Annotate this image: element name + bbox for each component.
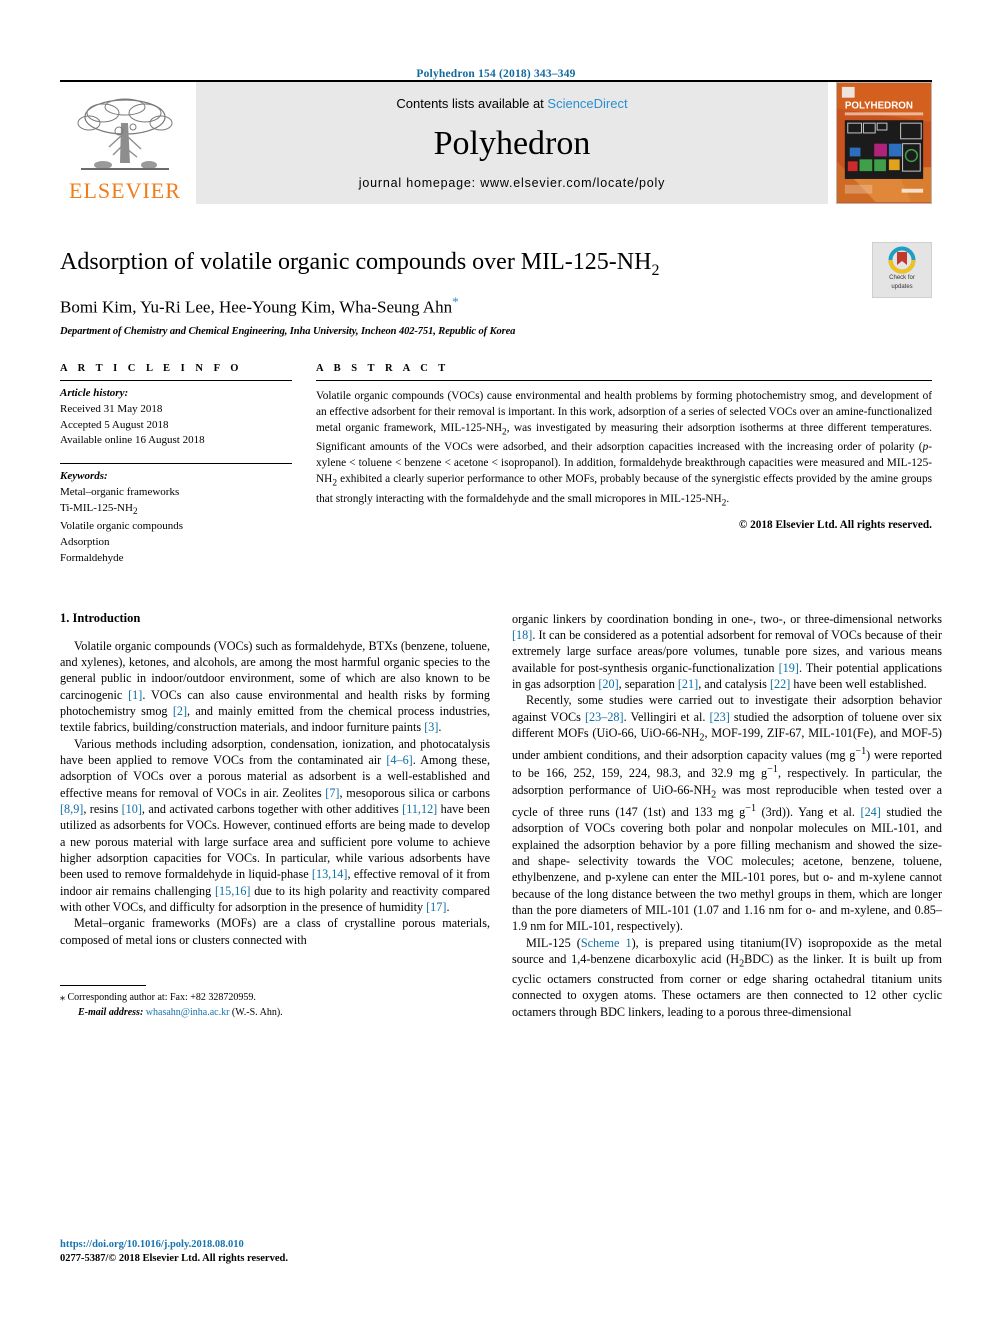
paragraph: MIL-125 (Scheme 1), is prepared using ti… (512, 935, 942, 1019)
contents-lists-line: Contents lists available at ScienceDirec… (396, 96, 627, 111)
citation-ref[interactable]: [19] (779, 661, 799, 675)
footnote-rule (60, 985, 146, 987)
journal-homepage[interactable]: journal homepage: www.elsevier.com/locat… (359, 176, 665, 190)
footnote-email-line: E-mail address: whasahn@inha.ac.kr (W.-S… (60, 1006, 490, 1021)
elsevier-logo: ELSEVIER (60, 82, 190, 204)
crossmark-badge[interactable]: Check for updates (872, 242, 932, 298)
corresponding-author-marker: * (452, 293, 459, 309)
paragraph: Various methods including adsorption, co… (60, 736, 491, 915)
svg-text:POLYHEDRON: POLYHEDRON (845, 100, 913, 111)
citation-ref[interactable]: [17] (426, 900, 446, 914)
title-block: Adsorption of volatile organic compounds… (60, 242, 932, 337)
journal-masthead: ELSEVIER Contents lists available at Sci… (60, 80, 932, 204)
scheme-ref[interactable]: Scheme 1 (581, 936, 632, 950)
citation-ref[interactable]: [23] (710, 710, 730, 724)
keyword-item: Ti-MIL-125-NH2 (60, 502, 138, 517)
title-main-text: Adsorption of volatile organic compounds… (60, 249, 652, 275)
email-label: E-mail address: (78, 1006, 144, 1018)
paper-page: Polyhedron 154 (2018) 343–349 ELSEVIER C… (0, 0, 992, 1323)
paragraph: Volatile organic compounds (VOCs) such a… (60, 638, 490, 735)
citation-ref[interactable]: [18] (512, 628, 532, 642)
keywords-group: Keywords: Metal–organic frameworks Ti-MI… (60, 464, 292, 566)
authors-text: Bomi Kim, Yu-Ri Lee, Hee-Young Kim, Wha-… (60, 297, 453, 317)
citation-ref[interactable]: [21] (678, 677, 698, 691)
abstract-heading: A B S T R A C T (316, 362, 450, 374)
author-list: Bomi Kim, Yu-Ri Lee, Hee-Young Kim, Wha-… (60, 294, 932, 318)
paragraph: Recently, some studies were carried out … (512, 693, 943, 934)
journal-title: Polyhedron (433, 124, 591, 162)
citation-ref[interactable]: [10] (122, 802, 142, 816)
article-info-heading: A R T I C L E I N F O (60, 362, 243, 374)
elsevier-tree-icon (77, 98, 173, 170)
abstract-column: A B S T R A C T Volatile organic compoun… (316, 363, 932, 567)
footnote-star: ⁎ (60, 992, 65, 1004)
keyword-item: Adsorption (60, 535, 110, 548)
contents-prefix: Contents lists available at (396, 96, 548, 111)
citation-ref[interactable]: [20] (598, 677, 618, 691)
paragraph: organic linkers by coordination bonding … (512, 611, 942, 691)
masthead-center: Contents lists available at ScienceDirec… (196, 82, 828, 204)
keywords-label: Keywords: (60, 470, 108, 483)
running-head: Polyhedron 154 (2018) 343–349 (416, 68, 576, 80)
footnote-corresponding-line: ⁎ Corresponding author at: Fax: +82 3287… (60, 991, 490, 1006)
email-link[interactable]: whasahn@inha.ac.kr (146, 1007, 230, 1018)
keyword-item: Formaldehyde (60, 551, 124, 564)
citation-ref[interactable]: [22] (770, 677, 790, 691)
section-title-introduction: 1. Introduction (60, 610, 141, 625)
corresponding-author-footnote: ⁎ Corresponding author at: Fax: +82 3287… (60, 985, 490, 1020)
abstract-body: Volatile organic compounds (VOCs) cause … (316, 381, 932, 533)
page-title: Adsorption of volatile organic compounds… (60, 248, 820, 280)
info-abstract-block: A R T I C L E I N F O Article history: R… (60, 363, 932, 567)
article-info-column: A R T I C L E I N F O Article history: R… (60, 363, 292, 567)
sciencedirect-link[interactable]: ScienceDirect (547, 96, 627, 111)
doi-link[interactable]: https://doi.org/10.1016/j.poly.2018.08.0… (60, 1238, 288, 1253)
issn-copyright: 0277-5387/© 2018 Elsevier Ltd. All right… (60, 1253, 288, 1265)
journal-cover-thumbnail: POLYHEDRON (836, 82, 932, 204)
article-history-label: Article history: (60, 386, 129, 399)
crossmark-label-line2: updates (891, 283, 913, 290)
body-column-right: organic linkers by coordination bonding … (512, 611, 942, 1021)
abstract-text: Volatile organic compounds (VOCs) cause … (316, 389, 932, 509)
citation-ref[interactable]: [4–6] (386, 753, 412, 767)
citation-ref[interactable]: [3] (424, 720, 438, 734)
title-subscript: 2 (651, 261, 660, 279)
body-column-left: 1. Introduction Volatile organic compoun… (60, 611, 490, 1021)
footnote-corresponding-text: Corresponding author at: Fax: +82 328720… (67, 992, 256, 1004)
cover-artwork: POLYHEDRON (837, 83, 931, 203)
history-item: Received 31 May 2018 (60, 402, 163, 415)
citation-ref[interactable]: [2] (173, 704, 187, 718)
citation-ref[interactable]: [13,14] (312, 867, 348, 881)
paragraph: Metal–organic frameworks (MOFs) are a cl… (60, 916, 490, 947)
email-suffix: (W.-S. Ahn). (231, 1006, 283, 1018)
citation-ref[interactable]: [8,9] (60, 802, 83, 816)
crossmark-label-line1: Check for (889, 275, 915, 281)
citation-ref[interactable]: [1] (128, 688, 142, 702)
citation-ref[interactable]: [15,16] (215, 884, 251, 898)
citation-ref[interactable]: [7] (325, 786, 339, 800)
citation-ref[interactable]: [23–28] (585, 710, 624, 724)
history-item: Accepted 5 August 2018 (60, 418, 169, 431)
history-item: Available online 16 August 2018 (60, 434, 205, 447)
citation-ref[interactable]: [11,12] (402, 802, 437, 816)
keyword-item: Metal–organic frameworks (60, 486, 180, 499)
abstract-copyright: © 2018 Elsevier Ltd. All rights reserved… (738, 518, 932, 531)
crossmark-icon (888, 246, 916, 274)
elsevier-wordmark: ELSEVIER (69, 178, 181, 203)
article-history-group: Article history: Received 31 May 2018 Ac… (60, 381, 292, 450)
body-columns: 1. Introduction Volatile organic compoun… (60, 611, 942, 1021)
affiliation: Department of Chemistry and Chemical Eng… (60, 325, 516, 337)
page-footer: https://doi.org/10.1016/j.poly.2018.08.0… (60, 1238, 288, 1267)
citation-ref[interactable]: [24] (861, 805, 881, 819)
keyword-item: Volatile organic compounds (60, 519, 184, 532)
